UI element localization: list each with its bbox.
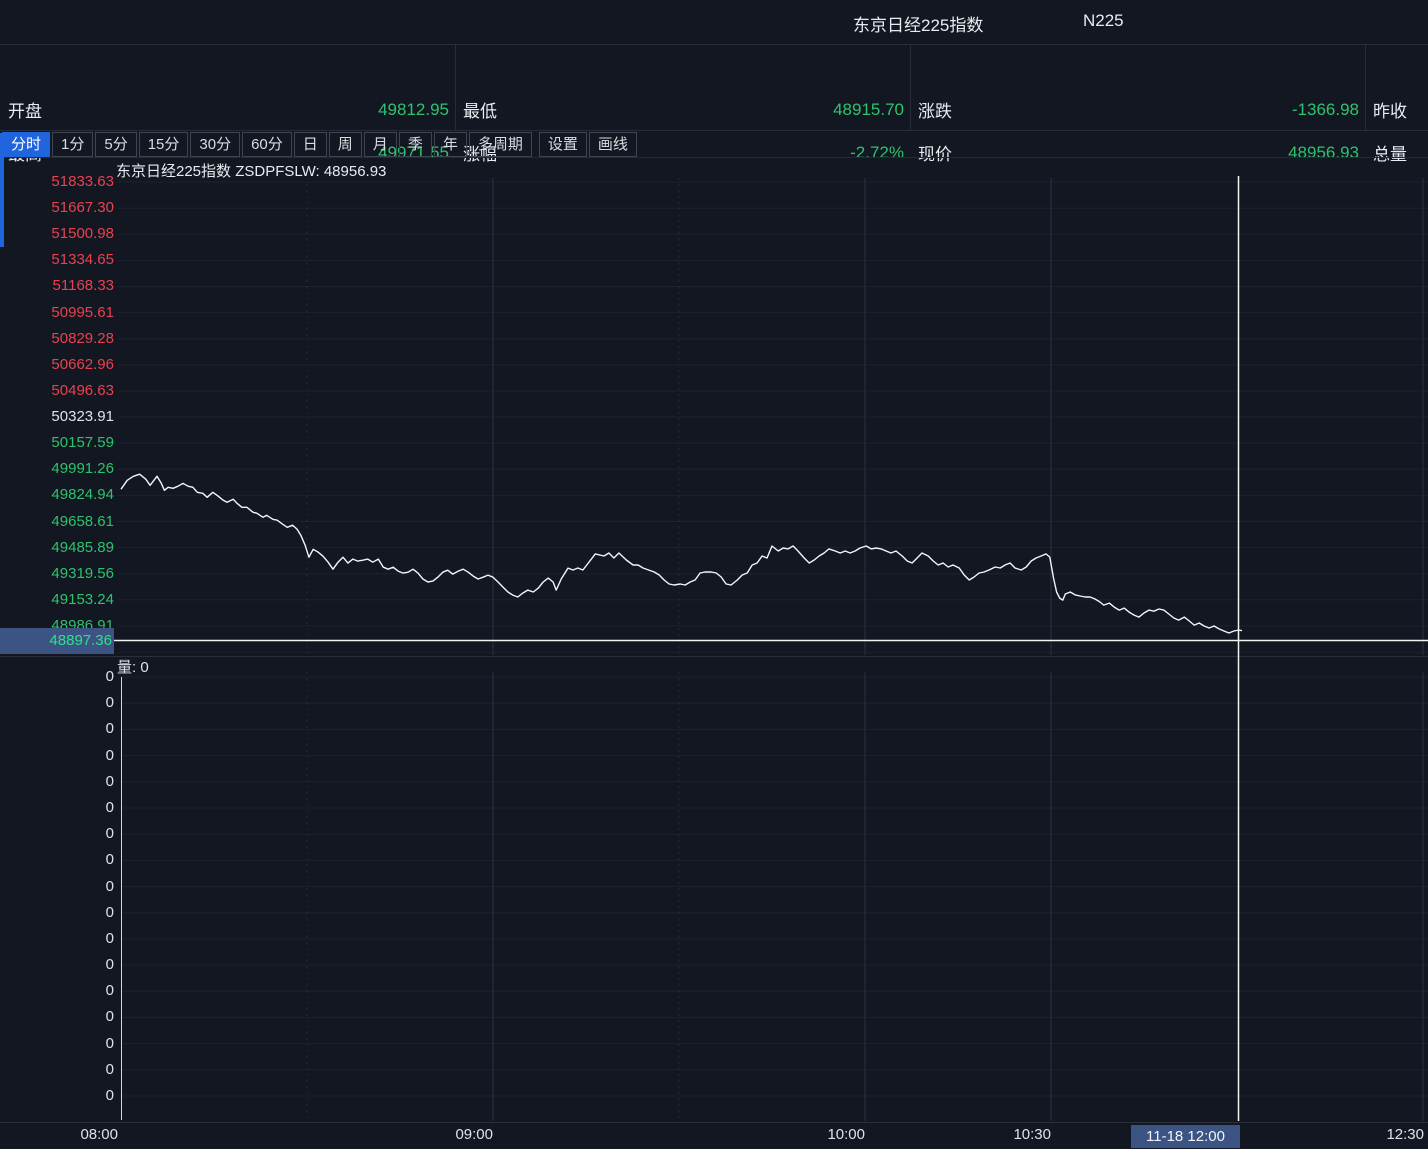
price-tick-label: 49991.26 <box>0 456 114 482</box>
quote-panel-divider <box>455 44 456 130</box>
time-tick-label: 08:00 <box>80 1126 118 1143</box>
volume-readout: 量: 0 <box>117 656 149 677</box>
volume-tick-label: 0 <box>0 926 114 952</box>
volume-tick-label: 0 <box>0 978 114 1004</box>
volume-tick-label: 0 <box>0 874 114 900</box>
legend-instrument-name: 东京日经225指数 <box>116 163 231 180</box>
volume-tick-label: 0 <box>0 690 114 716</box>
price-tick-label: 50496.63 <box>0 378 114 404</box>
volume-tick-label: 0 <box>0 847 114 873</box>
price-tick-label: 50995.61 <box>0 300 114 326</box>
volume-tick-label: 0 <box>0 1031 114 1057</box>
price-tick-label: 49485.89 <box>0 535 114 561</box>
time-tick-label: 10:00 <box>827 1126 865 1143</box>
trading-app-window: 东京日经225指数 N225 开盘49812.95最低48915.70涨跌-13… <box>0 0 1428 1149</box>
price-tick-label: 51500.98 <box>0 221 114 247</box>
volume-tick-label: 0 <box>0 952 114 978</box>
price-line <box>121 474 1242 633</box>
price-tick-label: 51334.65 <box>0 247 114 273</box>
price-tick-label: 51833.63 <box>0 169 114 195</box>
crosshair-price-label: 48897.36 <box>0 628 114 654</box>
price-tick-label: 49319.56 <box>0 561 114 587</box>
chart-legend: 东京日经225指数 ZSDPFSLW: 48956.93 <box>116 160 386 181</box>
price-tick-label: 50323.91 <box>0 404 114 430</box>
price-tick-label: 49153.24 <box>0 587 114 613</box>
price-tick-label: 51168.33 <box>0 273 114 299</box>
legend-indicator-readout: ZSDPFSLW: 48956.93 <box>235 163 386 180</box>
price-tick-label: 50662.96 <box>0 352 114 378</box>
volume-tick-label: 0 <box>0 716 114 742</box>
volume-tick-label: 0 <box>0 743 114 769</box>
volume-tick-label: 0 <box>0 664 114 690</box>
volume-tick-label: 0 <box>0 1057 114 1083</box>
volume-tick-label: 0 <box>0 1004 114 1030</box>
quote-panel-divider <box>1365 44 1366 130</box>
price-tick-label: 49658.61 <box>0 509 114 535</box>
price-tick-label: 50157.59 <box>0 430 114 456</box>
price-tick-label: 49824.94 <box>0 482 114 508</box>
volume-tick-label: 0 <box>0 769 114 795</box>
volume-tick-label: 0 <box>0 821 114 847</box>
time-tick-label: 09:00 <box>455 1126 493 1143</box>
left-scroll-indicator[interactable] <box>0 133 4 247</box>
price-tick-label: 50829.28 <box>0 326 114 352</box>
volume-tick-label: 0 <box>0 795 114 821</box>
crosshair-time-label: 11-18 12:00 <box>1131 1125 1240 1148</box>
price-tick-label: 51667.30 <box>0 195 114 221</box>
volume-tick-label: 0 <box>0 900 114 926</box>
quote-panel-divider <box>910 44 911 130</box>
time-tick-label: 10:30 <box>1013 1126 1051 1143</box>
volume-tick-label: 0 <box>0 1083 114 1109</box>
time-tick-label: 12:30 <box>1386 1126 1424 1143</box>
